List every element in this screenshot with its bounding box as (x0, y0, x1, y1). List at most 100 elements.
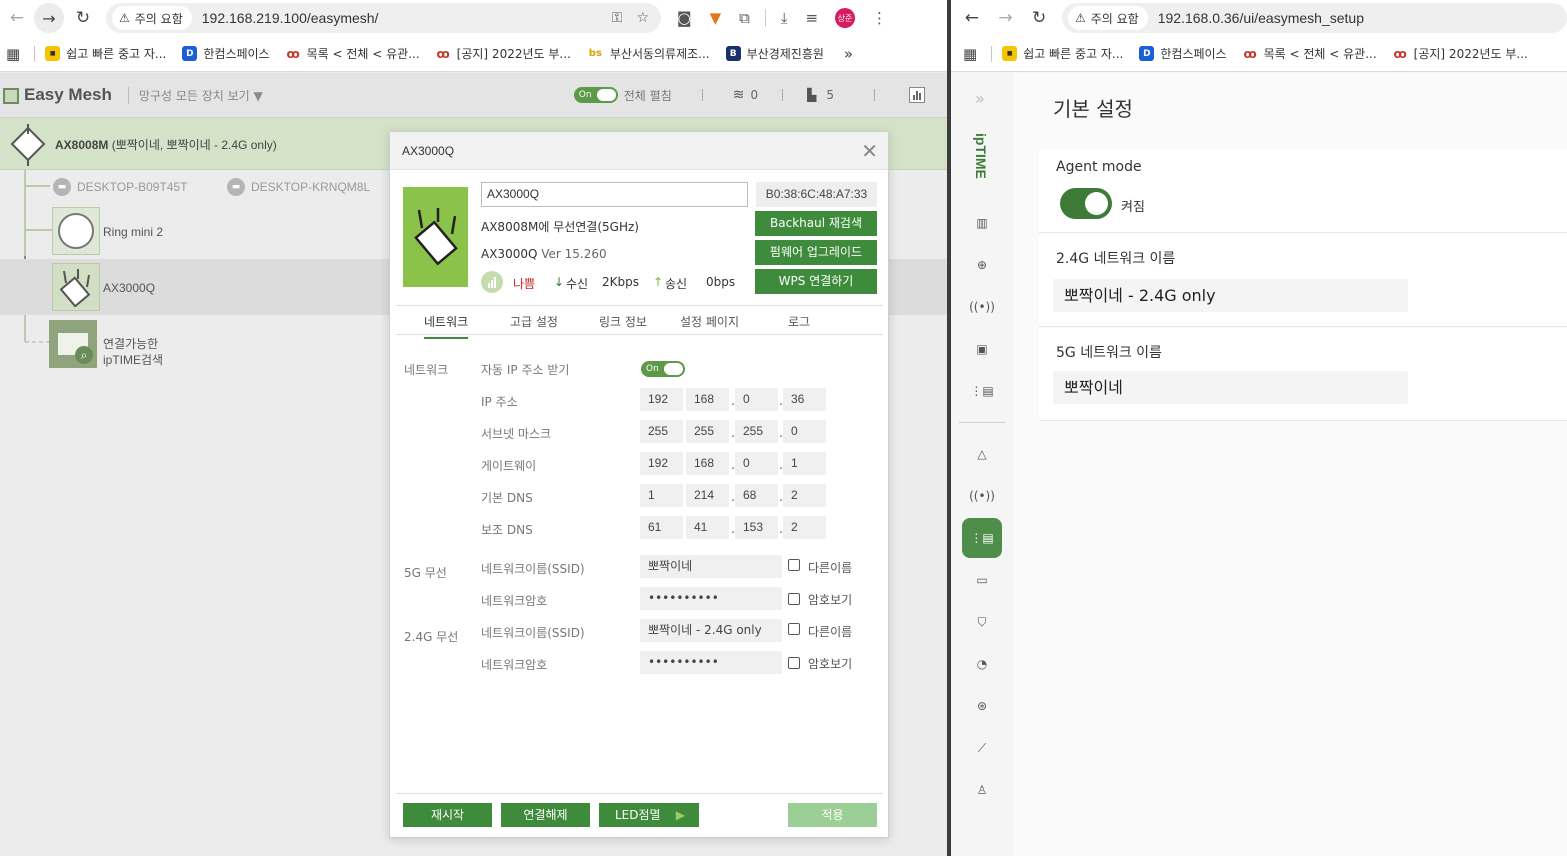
bookmark-item[interactable]: ꝏ [공지] 2022년도 부... (1393, 45, 1528, 62)
chart-icon[interactable] (909, 87, 925, 103)
client-desktop-1[interactable]: DESKTOP-B09T45T (77, 180, 187, 194)
show-pw-24g-checkbox[interactable] (788, 657, 800, 669)
security-shield-icon[interactable]: ⛉ (962, 602, 1002, 642)
reload-button[interactable]: ↻ (1022, 1, 1056, 35)
address-bar[interactable]: ⚠ 주의 요함 192.168.0.36/ui/easymesh_setup (1061, 3, 1567, 33)
internet-settings-icon[interactable]: ⊕ (962, 245, 1002, 285)
bookmark-item[interactable]: ꝏ 목록 < 전체 < 유관... (1243, 45, 1376, 62)
admin-user-icon[interactable]: ♙ (962, 770, 1002, 810)
ssid-5g-input[interactable]: 뽀짝이네 (640, 555, 782, 578)
client-desktop-2[interactable]: DESKTOP-KRNQM8L (251, 180, 370, 194)
ip-octet-2[interactable]: 168 (686, 388, 729, 411)
wps-connect-button[interactable]: WPS 연결하기 (755, 269, 877, 294)
password-key-icon[interactable]: ⚿ (612, 10, 623, 26)
wireless-icon[interactable]: ((•)) (962, 476, 1002, 516)
subnet-octet-3[interactable]: 255 (735, 420, 778, 443)
metamask-extension-icon[interactable]: ▼ (710, 9, 722, 27)
close-icon[interactable]: ✕ (861, 139, 878, 163)
diff-name-5g-checkbox[interactable] (788, 559, 800, 571)
network-globe-icon[interactable]: ⊛ (962, 686, 1002, 726)
device-name-input[interactable]: AX3000Q (481, 182, 748, 207)
ip-octet-3[interactable]: 0 (735, 388, 778, 411)
show-pw-5g-checkbox[interactable] (788, 593, 800, 605)
profile-avatar[interactable]: 상준 (835, 8, 856, 28)
iptime-search-box[interactable]: ⌕ (49, 320, 97, 368)
apps-grid-icon[interactable]: ▦ (963, 45, 977, 63)
address-bar[interactable]: ⚠ 주의 요함 192.168.219.100/easymesh/ ⚿ ☆ (106, 3, 661, 33)
subnet-octet-4[interactable]: 0 (783, 420, 826, 443)
backhaul-rescan-button[interactable]: Backhaul 재검색 (755, 211, 877, 236)
view-select[interactable]: 망구성 모든 장치 보기 ▼ (127, 86, 263, 104)
topology-icon[interactable]: △ (962, 434, 1002, 474)
agent-mode-toggle[interactable] (1060, 188, 1112, 219)
restart-button[interactable]: 재시작 (403, 803, 492, 827)
device-monitor-icon[interactable]: ▣ (962, 329, 1002, 369)
apps-grid-icon[interactable]: ▦ (6, 45, 20, 63)
dns2-octet-3[interactable]: 153 (735, 516, 778, 539)
gateway-octet-4[interactable]: 1 (783, 452, 826, 475)
download-icon[interactable]: ⤓ (781, 9, 788, 27)
gateway-octet-3[interactable]: 0 (735, 452, 778, 475)
media-queue-icon[interactable]: ≡ (805, 9, 818, 27)
reload-button[interactable]: ↻ (66, 1, 100, 35)
tab-network[interactable]: 네트워크 (424, 313, 469, 339)
traffic-chart-icon[interactable]: ⟋ (962, 728, 1002, 768)
security-chip[interactable]: ⚠ 주의 요함 (112, 6, 192, 30)
pw-24g-input[interactable]: •••••••••• (640, 651, 782, 674)
menu-kebab-icon[interactable]: ⋮ (872, 9, 887, 27)
diff-name-24g-checkbox[interactable] (788, 623, 800, 635)
forward-button[interactable]: → (989, 1, 1023, 35)
tab-advanced[interactable]: 고급 설정 (510, 313, 558, 330)
apply-button[interactable]: 적용 (788, 803, 877, 827)
expand-all-toggle[interactable]: On (573, 87, 618, 103)
ax3000q-device-box[interactable] (52, 263, 100, 311)
ip-octet-4[interactable]: 36 (783, 388, 826, 411)
tab-log[interactable]: 로그 (788, 313, 810, 330)
bookmark-star-icon[interactable]: ☆ (636, 10, 649, 26)
firmware-upgrade-button[interactable]: 펌웨어 업그레이드 (755, 240, 877, 265)
dns1-octet-4[interactable]: 2 (783, 484, 826, 507)
dns1-octet-1[interactable]: 1 (640, 484, 683, 507)
disconnect-button[interactable]: 연결해제 (501, 803, 590, 827)
back-button[interactable]: ← (955, 1, 989, 35)
dns2-octet-1[interactable]: 61 (640, 516, 683, 539)
ip-octet-1[interactable]: 192 (640, 388, 683, 411)
more-bookmarks-button[interactable]: » (844, 45, 853, 63)
bookmark-item[interactable]: ꝏ 목록 < 전체 < 유관... (286, 45, 419, 62)
bookmark-item[interactable]: D 한컴스페이스 (182, 45, 270, 62)
tab-settings-page[interactable]: 설정 페이지 (680, 313, 739, 330)
router-device-icon[interactable]: ▭ (962, 560, 1002, 600)
gateway-octet-2[interactable]: 168 (686, 452, 729, 475)
net5-input[interactable]: 뽀짝이네 (1053, 371, 1408, 404)
subnet-octet-1[interactable]: 255 (640, 420, 683, 443)
expand-sidebar-icon[interactable]: » (975, 89, 985, 108)
ssid-24g-input[interactable]: 뽀짝이네 - 2.4G only (640, 619, 782, 642)
security-chip[interactable]: ⚠ 주의 요함 (1067, 6, 1148, 30)
ring-mini-device-box[interactable] (52, 207, 100, 255)
bookmark-item[interactable]: ■ 쉽고 빠른 중고 자... (1002, 45, 1123, 62)
bookmark-item[interactable]: D 한컴스페이스 (1139, 45, 1227, 62)
dns1-octet-2[interactable]: 214 (686, 484, 729, 507)
speed-gauge-icon[interactable]: ◔ (962, 644, 1002, 684)
bookmark-item[interactable]: ꝏ [공지] 2022년도 부... (436, 45, 571, 62)
forward-button[interactable]: → (34, 3, 64, 33)
dns1-octet-3[interactable]: 68 (735, 484, 778, 507)
back-button[interactable]: ← (0, 1, 34, 35)
dns2-octet-4[interactable]: 2 (783, 516, 826, 539)
camera-icon[interactable]: ◙ (677, 9, 692, 27)
network-tree-icon[interactable]: ⋮▤ (962, 371, 1002, 411)
bookmark-item[interactable]: bs 부산서동의류제조... (587, 45, 710, 62)
subnet-octet-2[interactable]: 255 (686, 420, 729, 443)
dns2-octet-2[interactable]: 41 (686, 516, 729, 539)
easymesh-icon[interactable]: ⋮▤ (962, 518, 1002, 558)
gateway-octet-1[interactable]: 192 (640, 452, 683, 475)
stats-icon[interactable]: ▥ (962, 203, 1002, 243)
bookmark-item[interactable]: B 부산경제진흥원 (725, 45, 824, 62)
extensions-puzzle-icon[interactable]: ⧉ (739, 9, 750, 27)
led-blink-button[interactable]: LED점멸 ▶ (599, 803, 699, 827)
tab-link-info[interactable]: 링크 정보 (599, 313, 647, 330)
bookmark-item[interactable]: ■ 쉽고 빠른 중고 자... (45, 45, 166, 62)
wireless-icon[interactable]: ((•)) (962, 287, 1002, 327)
net24-input[interactable]: 뽀짝이네 - 2.4G only (1053, 279, 1408, 312)
auto-ip-toggle[interactable]: On (641, 361, 685, 377)
